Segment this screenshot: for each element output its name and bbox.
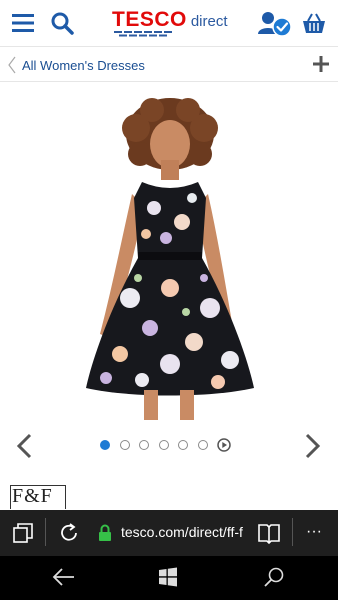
- chevron-left-icon: [8, 56, 16, 74]
- lock-icon: [99, 524, 111, 541]
- tabs-icon[interactable]: [13, 523, 33, 543]
- brand-logo[interactable]: F&F: [12, 485, 53, 508]
- floral-dress-image[interactable]: [70, 98, 270, 423]
- address-bar[interactable]: tesco.com/direct/ff-f: [121, 524, 249, 540]
- basket-icon[interactable]: [302, 13, 326, 35]
- account-icon[interactable]: [257, 10, 293, 38]
- logo-stripes: [114, 31, 172, 37]
- search-icon[interactable]: [263, 566, 285, 588]
- next-arrow-icon[interactable]: [305, 433, 321, 459]
- breadcrumb-link[interactable]: All Women's Dresses: [22, 58, 145, 73]
- search-icon[interactable]: [50, 11, 74, 35]
- logo-brand-text: TESCO: [112, 8, 187, 31]
- toolbar-divider: [292, 518, 293, 546]
- reading-view-icon[interactable]: [257, 522, 281, 544]
- carousel-dot-1[interactable]: [100, 440, 110, 450]
- carousel-dot-2[interactable]: [119, 440, 130, 450]
- more-options-icon[interactable]: ···: [306, 524, 326, 540]
- video-play-icon[interactable]: [217, 438, 231, 452]
- carousel-dot-4[interactable]: [158, 440, 169, 450]
- plus-icon[interactable]: [312, 55, 330, 73]
- carousel-dot-3[interactable]: [139, 440, 149, 450]
- menu-icon[interactable]: [12, 13, 34, 33]
- previous-arrow-icon[interactable]: [16, 433, 32, 459]
- carousel-dot-5[interactable]: [178, 440, 188, 450]
- carousel-dot-6[interactable]: [197, 440, 208, 450]
- refresh-icon[interactable]: [58, 522, 80, 544]
- toolbar-divider: [45, 518, 46, 546]
- back-icon[interactable]: [52, 566, 76, 588]
- windows-icon[interactable]: [158, 567, 178, 587]
- logo-suffix-text: direct: [190, 13, 228, 30]
- carousel-dots: [100, 437, 231, 453]
